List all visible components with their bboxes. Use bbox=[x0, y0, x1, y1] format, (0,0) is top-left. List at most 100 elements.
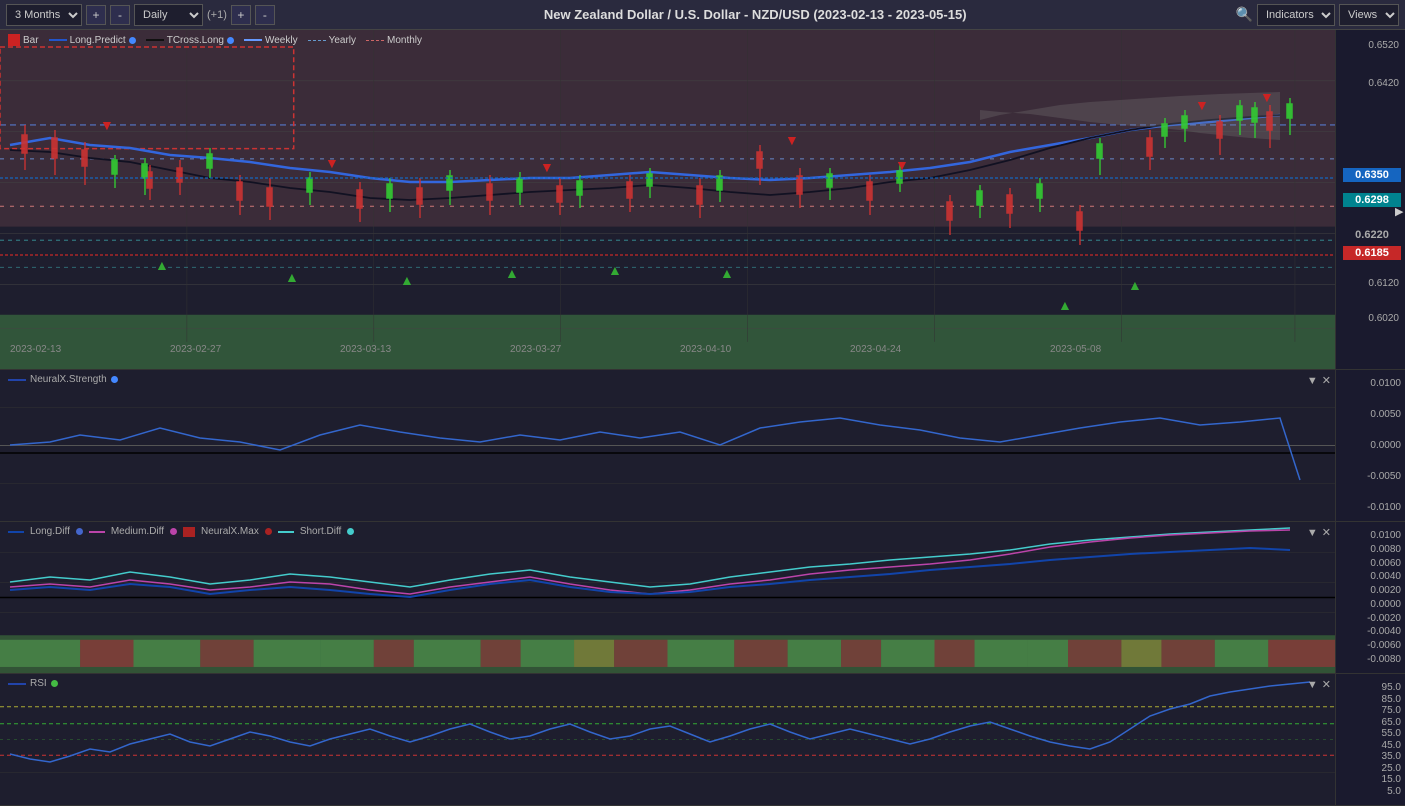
svg-text:▼: ▼ bbox=[325, 155, 339, 171]
rsi-y-85: 85.0 bbox=[1340, 694, 1401, 705]
diff-panel: Long.Diff Medium.Diff NeuralX.Max Short.… bbox=[0, 522, 1405, 674]
neural-line-icon bbox=[8, 379, 26, 381]
indicators-select[interactable]: Indicators bbox=[1257, 4, 1335, 26]
legend-yearly-label: Yearly bbox=[329, 35, 356, 46]
monthly-line-icon bbox=[366, 40, 384, 41]
svg-text:▼: ▼ bbox=[1195, 97, 1209, 113]
long-diff-dot bbox=[76, 528, 83, 535]
chart-legend: Bar Long.Predict TCross.Long Weekly bbox=[8, 34, 422, 46]
svg-text:▼: ▼ bbox=[1260, 89, 1274, 105]
neural-controls: ▼ ✕ bbox=[1307, 374, 1331, 387]
rsi-collapse-btn[interactable]: ▼ bbox=[1307, 678, 1318, 691]
diff-y-n0060: -0.0060 bbox=[1340, 640, 1401, 651]
rsi-close-btn[interactable]: ✕ bbox=[1322, 678, 1331, 691]
rsi-y-35: 35.0 bbox=[1340, 751, 1401, 762]
price-level-4: 0.6185 bbox=[1343, 246, 1401, 260]
rsi-y-15: 15.0 bbox=[1340, 774, 1401, 785]
diff-close-btn[interactable]: ✕ bbox=[1322, 526, 1331, 539]
svg-text:▲: ▲ bbox=[400, 272, 414, 288]
diff-chart-area[interactable]: Long.Diff Medium.Diff NeuralX.Max Short.… bbox=[0, 522, 1335, 673]
rsi-title-label: RSI bbox=[30, 678, 47, 689]
rsi-y-55: 55.0 bbox=[1340, 728, 1401, 739]
svg-text:2023-02-13: 2023-02-13 bbox=[10, 344, 62, 355]
svg-text:▼: ▼ bbox=[100, 117, 114, 133]
long-diff-line-icon bbox=[8, 531, 24, 533]
chart-title: New Zealand Dollar / U.S. Dollar - NZD/U… bbox=[279, 7, 1232, 22]
rsi-y-25: 25.0 bbox=[1340, 763, 1401, 774]
legend-yearly: Yearly bbox=[308, 35, 356, 46]
price-level-3: 0.6220 bbox=[1343, 228, 1401, 242]
rsi-controls: ▼ ✕ bbox=[1307, 678, 1331, 691]
yearly-line-icon bbox=[308, 40, 326, 41]
legend-weekly-label: Weekly bbox=[265, 35, 298, 46]
svg-text:▲: ▲ bbox=[1058, 297, 1072, 313]
long-predict-dot bbox=[129, 37, 136, 44]
price-level-1: 0.6350 bbox=[1343, 168, 1401, 182]
rsi-y-45: 45.0 bbox=[1340, 740, 1401, 751]
plus1-label: (+1) bbox=[207, 9, 227, 21]
long-diff-label: Long.Diff bbox=[30, 526, 70, 537]
svg-text:▲: ▲ bbox=[505, 265, 519, 281]
diff-collapse-btn[interactable]: ▼ bbox=[1307, 526, 1318, 539]
period-select[interactable]: 3 Months 1 Week 1 Month 6 Months bbox=[6, 4, 82, 26]
diff-title: Long.Diff Medium.Diff NeuralX.Max Short.… bbox=[8, 526, 354, 537]
neural-max-dot bbox=[265, 528, 272, 535]
neural-collapse-btn[interactable]: ▼ bbox=[1307, 374, 1318, 387]
neural-max-bar-icon bbox=[183, 527, 195, 537]
rsi-y-75: 75.0 bbox=[1340, 705, 1401, 716]
svg-text:▲: ▲ bbox=[155, 257, 169, 273]
med-diff-dot bbox=[170, 528, 177, 535]
legend-weekly: Weekly bbox=[244, 35, 298, 46]
svg-text:▼: ▼ bbox=[785, 132, 799, 148]
period-plus-btn[interactable]: + bbox=[86, 5, 106, 25]
diff-y-n0020: -0.0020 bbox=[1340, 613, 1401, 624]
short-diff-line-icon bbox=[278, 531, 294, 533]
interval-select[interactable]: Daily Weekly Monthly bbox=[134, 4, 203, 26]
neural-chart-area[interactable]: NeuralX.Strength ▼ ✕ bbox=[0, 370, 1335, 521]
svg-text:2023-05-08: 2023-05-08 bbox=[1050, 344, 1102, 355]
shift-plus-btn[interactable]: + bbox=[231, 5, 251, 25]
shift-minus-btn[interactable]: - bbox=[255, 5, 275, 25]
diff-y-0080: 0.0080 bbox=[1340, 544, 1401, 555]
diff-y-0040: 0.0040 bbox=[1340, 571, 1401, 582]
svg-text:▼: ▼ bbox=[895, 157, 909, 173]
neural-max-label: NeuralX.Max bbox=[201, 526, 259, 537]
y-tick-6020: 0.6020 bbox=[1368, 313, 1399, 324]
tcross-line-icon bbox=[146, 39, 164, 41]
rsi-chart-area[interactable]: RSI ▼ ✕ bbox=[0, 674, 1335, 805]
legend-monthly-label: Monthly bbox=[387, 35, 422, 46]
toolbar: 3 Months 1 Week 1 Month 6 Months + - Dai… bbox=[0, 0, 1405, 30]
views-select[interactable]: Views bbox=[1339, 4, 1399, 26]
price-panel: ▼ ▼ ▼ ▼ ▼ ▼ ▼ ▲ ▲ ▲ ▲ ▲ ▲ ▲ ▲ bbox=[0, 30, 1405, 370]
rsi-panel: RSI ▼ ✕ bbox=[0, 674, 1405, 806]
diff-y-n0080: -0.0080 bbox=[1340, 654, 1401, 665]
y-tick-6420: 0.6420 bbox=[1368, 78, 1399, 89]
neural-close-btn[interactable]: ✕ bbox=[1322, 374, 1331, 387]
svg-text:▲: ▲ bbox=[285, 269, 299, 285]
rsi-dot bbox=[51, 680, 58, 687]
y-tick-6120: 0.6120 bbox=[1368, 278, 1399, 289]
tcross-dot bbox=[227, 37, 234, 44]
rsi-y-axis: 95.0 85.0 75.0 65.0 55.0 45.0 35.0 25.0 … bbox=[1335, 674, 1405, 805]
diff-y-n0040: -0.0040 bbox=[1340, 626, 1401, 637]
legend-bar-label: Bar bbox=[23, 35, 39, 46]
legend-monthly: Monthly bbox=[366, 35, 422, 46]
neural-y-0100: 0.0100 bbox=[1340, 378, 1401, 389]
diff-y-0100: 0.0100 bbox=[1340, 530, 1401, 541]
short-diff-dot bbox=[347, 528, 354, 535]
svg-text:2023-03-27: 2023-03-27 bbox=[510, 344, 562, 355]
svg-text:2023-02-27: 2023-02-27 bbox=[170, 344, 222, 355]
svg-text:2023-04-10: 2023-04-10 bbox=[680, 344, 732, 355]
neural-y-0000: 0.0000 bbox=[1340, 440, 1401, 451]
svg-text:▲: ▲ bbox=[608, 262, 622, 278]
search-button[interactable]: 🔍 bbox=[1236, 6, 1253, 23]
y-tick-6520: 0.6520 bbox=[1368, 40, 1399, 51]
diff-y-axis: 0.0100 0.0080 0.0060 0.0040 0.0020 0.000… bbox=[1335, 522, 1405, 673]
price-chart-area[interactable]: ▼ ▼ ▼ ▼ ▼ ▼ ▼ ▲ ▲ ▲ ▲ ▲ ▲ ▲ ▲ bbox=[0, 30, 1335, 369]
neural-title-label: NeuralX.Strength bbox=[30, 374, 107, 385]
bar-icon bbox=[8, 34, 20, 46]
price-y-axis: 0.6350 0.6298 0.6220 0.6185 0.6520 0.642… bbox=[1335, 30, 1405, 369]
period-minus-btn[interactable]: - bbox=[110, 5, 130, 25]
svg-text:2023-03-13: 2023-03-13 bbox=[340, 344, 392, 355]
neural-y-n0100: -0.0100 bbox=[1340, 502, 1401, 513]
